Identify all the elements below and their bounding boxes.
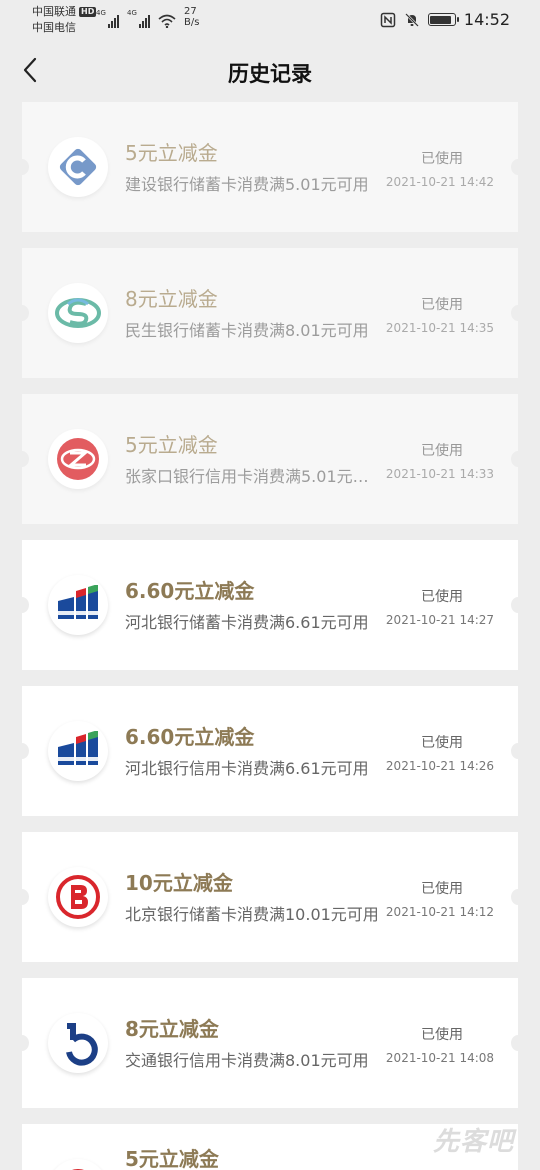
coupon-time: 2021-10-21 14:33	[385, 467, 495, 481]
bank-logo	[48, 283, 108, 343]
bank-logo	[48, 1013, 108, 1073]
coupon-info: 5元立减金 张家口银行信用卡消费满5.01元可用	[125, 432, 380, 488]
red-bank-logo-icon	[71, 1169, 85, 1170]
coupon-amount: 6.60元立减金	[125, 725, 255, 749]
zjk-bank-logo-icon	[57, 438, 99, 480]
status-bar: 中国联通 HD 中国电信 4G 4G 27 B/s 14:52	[0, 0, 540, 42]
coupon-card[interactable]: 10元立减金 北京银行储蓄卡消费满10.01元可用 已使用 2021-10-21…	[15, 832, 525, 962]
battery-icon	[427, 13, 459, 26]
speed-unit: B/s	[184, 17, 200, 28]
coupon-card[interactable]: 5元立减金 张家口银行信用卡消费满5.01元可用 已使用 2021-10-21 …	[15, 394, 525, 524]
coupon-amount: 8元立减金	[125, 287, 218, 311]
coupon-info: 8元立减金 交通银行信用卡消费满8.01元可用	[125, 1016, 380, 1072]
coupon-amount: 5元立减金	[125, 1147, 219, 1170]
coupon-amount: 5元立减金	[125, 141, 218, 165]
coupon-time: 2021-10-21 14:12	[385, 905, 495, 919]
hebei-bank-logo-icon	[58, 585, 98, 619]
coupon-meta: 已使用 2021-10-21 14:27	[386, 587, 498, 627]
watermark: 先客吧	[432, 1127, 514, 1157]
coupon-info: 5元立减金 建设银行储蓄卡消费满5.01元可用	[125, 140, 380, 196]
page-title: 历史记录	[228, 62, 312, 86]
coupon-description: 北京银行储蓄卡消费满10.01元可用	[125, 905, 379, 924]
hd-badge: HD	[79, 7, 97, 17]
coupon-description: 民生银行储蓄卡消费满8.01元可用	[125, 321, 369, 340]
coupon-amount: 6.60元立减金	[125, 579, 255, 603]
coupon-time: 2021-10-21 14:27	[385, 613, 495, 627]
coupon-status: 已使用	[421, 151, 463, 167]
carrier-1-label: 中国联通	[32, 5, 76, 18]
bank-logo	[48, 721, 108, 781]
ccb-logo-icon	[59, 148, 97, 186]
coupon-description: 河北银行信用卡消费满6.61元可用	[125, 759, 369, 778]
coupon-status: 已使用	[421, 881, 463, 897]
coupon-info: 8元立减金 民生银行储蓄卡消费满8.01元可用	[125, 286, 380, 342]
coupon-meta: 已使用 2021-10-21 14:35	[386, 295, 498, 335]
coupon-description: 交通银行信用卡消费满8.01元可用	[125, 1051, 369, 1070]
network-speed: 27 B/s	[184, 6, 199, 28]
signal-1-icon: 4G	[96, 9, 119, 28]
coupon-time: 2021-10-21 14:35	[385, 321, 495, 335]
coupon-status: 已使用	[421, 1027, 463, 1043]
signal-indicators: 4G 4G 27 B/s	[96, 6, 199, 28]
coupon-time: 2021-10-21 14:42	[385, 175, 495, 189]
wifi-icon	[158, 14, 176, 28]
coupon-card[interactable]: 6.60元立减金 河北银行信用卡消费满6.61元可用 已使用 2021-10-2…	[15, 686, 525, 816]
coupon-amount: 5元立减金	[125, 433, 218, 457]
bank-logo	[48, 867, 108, 927]
status-right: 14:52	[380, 10, 510, 29]
coupon-status: 已使用	[421, 589, 463, 605]
bob-logo-icon	[56, 875, 100, 919]
hebei-bank-logo-icon	[58, 731, 98, 765]
coupon-info: 6.60元立减金 河北银行储蓄卡消费满6.61元可用	[125, 578, 380, 634]
bocom-logo-icon	[66, 1023, 98, 1066]
nfc-icon	[380, 12, 396, 27]
coupon-card[interactable]: 8元立减金 交通银行信用卡消费满8.01元可用 已使用 2021-10-21 1…	[15, 978, 525, 1108]
coupon-amount: 10元立减金	[125, 871, 233, 895]
bank-logo	[48, 575, 108, 635]
coupon-card[interactable]: 8元立减金 民生银行储蓄卡消费满8.01元可用 已使用 2021-10-21 1…	[15, 248, 525, 378]
signal-2-icon: 4G	[127, 9, 150, 28]
coupon-time: 2021-10-21 14:08	[385, 1051, 495, 1065]
coupon-list[interactable]: 5元立减金 建设银行储蓄卡消费满5.01元可用 已使用 2021-10-21 1…	[15, 102, 525, 1170]
coupon-info: 6.60元立减金 河北银行信用卡消费满6.61元可用	[125, 724, 380, 780]
coupon-time: 2021-10-21 14:26	[385, 759, 495, 773]
coupon-meta: 已使用 2021-10-21 14:08	[386, 1025, 498, 1065]
coupon-description: 河北银行储蓄卡消费满6.61元可用	[125, 613, 369, 632]
coupon-card[interactable]: 5元立减金 建设银行储蓄卡消费满5.01元可用 已使用 2021-10-21 1…	[15, 102, 525, 232]
coupon-info: 10元立减金 北京银行储蓄卡消费满10.01元可用	[125, 870, 380, 926]
network-2-label: 4G	[127, 9, 137, 17]
coupon-meta: 已使用 2021-10-21 14:26	[386, 733, 498, 773]
status-time: 14:52	[463, 10, 510, 29]
coupon-amount: 8元立减金	[125, 1017, 219, 1041]
bank-logo	[48, 429, 108, 489]
coupon-status: 已使用	[421, 735, 463, 751]
battery-fill	[430, 15, 452, 24]
carrier-2-label: 中国电信	[32, 21, 76, 34]
bank-logo	[48, 137, 108, 197]
carrier-info: 中国联通 HD 中国电信	[32, 4, 97, 36]
speed-value: 27	[184, 6, 197, 17]
coupon-status: 已使用	[421, 443, 463, 459]
network-1-label: 4G	[96, 9, 106, 17]
coupon-meta: 已使用 2021-10-21 14:12	[386, 879, 498, 919]
cmbc-logo-icon	[55, 298, 101, 328]
coupon-description: 建设银行储蓄卡消费满5.01元可用	[125, 175, 369, 194]
coupon-meta: 已使用 2021-10-21 14:33	[386, 441, 498, 481]
coupon-description: 张家口银行信用卡消费满5.01元可用	[125, 467, 380, 486]
coupon-info: 5元立减金	[125, 1146, 380, 1170]
nav-bar: 历史记录	[0, 42, 540, 100]
bank-logo	[48, 1159, 108, 1170]
coupon-card[interactable]: 6.60元立减金 河北银行储蓄卡消费满6.61元可用 已使用 2021-10-2…	[15, 540, 525, 670]
coupon-status: 已使用	[421, 297, 463, 313]
coupon-meta: 已使用 2021-10-21 14:42	[386, 149, 498, 189]
mute-bell-icon	[405, 12, 419, 27]
